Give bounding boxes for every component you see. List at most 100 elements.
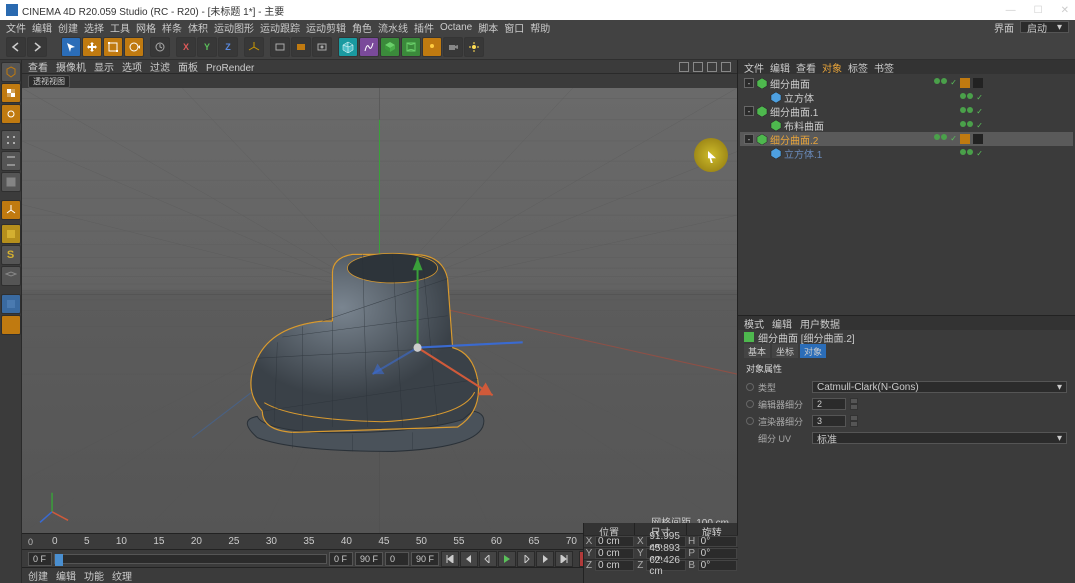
coord-z-size[interactable]: 62.426 cm (646, 560, 685, 571)
axis-x-button[interactable]: X (176, 37, 196, 57)
scale-tool[interactable] (103, 37, 123, 57)
vp-menu-查看[interactable]: 查看 (28, 63, 48, 74)
viewport-solo-button[interactable] (1, 224, 21, 244)
menu-插件[interactable]: 插件 (414, 20, 434, 35)
minimize-button[interactable]: — (1006, 5, 1016, 16)
coord-p[interactable]: 0° (698, 548, 737, 559)
point-mode-button[interactable] (1, 130, 21, 150)
timeline-scrubber[interactable] (54, 554, 327, 564)
om-tab-编辑[interactable]: 编辑 (770, 60, 790, 75)
mat-mode2-button[interactable] (1, 315, 21, 335)
coord-tab-pos[interactable]: 位置 (584, 523, 635, 535)
workplane-button[interactable] (1, 266, 21, 286)
menu-编辑[interactable]: 编辑 (32, 20, 52, 35)
menu-工具[interactable]: 工具 (110, 20, 130, 35)
mat-tab-编辑[interactable]: 编辑 (56, 568, 76, 583)
expand-icon[interactable]: - (744, 78, 754, 88)
attr-subtab-对象[interactable]: 对象 (800, 344, 826, 358)
tag-icon[interactable] (973, 78, 983, 88)
edge-mode-button[interactable] (1, 151, 21, 171)
vp-menu-面板[interactable]: 面板 (178, 63, 198, 74)
cube-primitive-button[interactable] (338, 37, 358, 57)
om-tab-查看[interactable]: 查看 (796, 60, 816, 75)
layout-dropdown[interactable]: 启动▾ (1020, 21, 1069, 33)
frame-start-input[interactable]: 0 F (28, 552, 52, 566)
expand-icon[interactable]: - (744, 106, 754, 116)
tag-icon[interactable] (960, 78, 970, 88)
vp-layout4-icon[interactable] (721, 62, 731, 72)
camera-button[interactable] (443, 37, 463, 57)
vp-layout3-icon[interactable] (707, 62, 717, 72)
frame-end-input[interactable]: 90 F (355, 552, 383, 566)
vp-menu-ProRender[interactable]: ProRender (206, 63, 254, 74)
attr-subtab-基本[interactable]: 基本 (744, 344, 770, 358)
snap-button[interactable]: S (1, 245, 21, 265)
rotate-tool[interactable] (124, 37, 144, 57)
render-settings-button[interactable] (312, 37, 332, 57)
menu-样条[interactable]: 样条 (162, 20, 182, 35)
mat-mode-button[interactable] (1, 294, 21, 314)
object-row-细分曲面.1[interactable]: -细分曲面.1✓ (740, 104, 1073, 118)
select-tool[interactable] (61, 37, 81, 57)
goto-end-button[interactable] (555, 551, 573, 567)
coord-b[interactable]: 0° (698, 560, 737, 571)
object-row-立方体.1[interactable]: 立方体.1✓ (740, 146, 1073, 160)
attr-tab-编辑[interactable]: 编辑 (772, 316, 792, 331)
viewport[interactable]: 网格间距 100 cm (22, 88, 737, 533)
menu-流水线[interactable]: 流水线 (378, 20, 408, 35)
mat-tab-纹理[interactable]: 纹理 (112, 568, 132, 583)
axis-z-button[interactable]: Z (218, 37, 238, 57)
prev-key-button[interactable] (460, 551, 478, 567)
attr-subtab-坐标[interactable]: 坐标 (772, 344, 798, 358)
menu-体积[interactable]: 体积 (188, 20, 208, 35)
axis-y-button[interactable]: Y (197, 37, 217, 57)
next-frame-button[interactable] (517, 551, 535, 567)
environment-button[interactable] (422, 37, 442, 57)
om-tab-文件[interactable]: 文件 (744, 60, 764, 75)
poly-mode-button[interactable] (1, 172, 21, 192)
object-mode-button[interactable] (1, 104, 21, 124)
generator-button[interactable] (380, 37, 400, 57)
menu-选择[interactable]: 选择 (84, 20, 104, 35)
mat-tab-功能[interactable]: 功能 (84, 568, 104, 583)
uv-dropdown[interactable]: 标准▾ (812, 432, 1067, 444)
om-tab-书签[interactable]: 书签 (874, 60, 894, 75)
coord-h[interactable]: 0° (698, 536, 737, 547)
coord-z-pos[interactable]: 0 cm (595, 560, 634, 571)
play-button[interactable] (498, 551, 516, 567)
spline-button[interactable] (359, 37, 379, 57)
enable-axis-button[interactable] (1, 200, 21, 220)
move-tool[interactable] (82, 37, 102, 57)
frame-b-input[interactable]: 90 F (411, 552, 439, 566)
attr-tab-模式[interactable]: 模式 (744, 316, 764, 331)
tag-icon[interactable] (973, 134, 983, 144)
vp-layout-icon[interactable] (679, 62, 689, 72)
object-row-立方体[interactable]: 立方体✓ (740, 90, 1073, 104)
menu-运动图形[interactable]: 运动图形 (214, 20, 254, 35)
menu-运动剪辑[interactable]: 运动剪辑 (306, 20, 346, 35)
object-manager-tree[interactable]: -细分曲面✓立方体✓-细分曲面.1✓布料曲面✓-细分曲面.2✓立方体.1✓ (738, 74, 1075, 315)
vp-menu-显示[interactable]: 显示 (94, 63, 114, 74)
menu-Octane[interactable]: Octane (440, 22, 472, 33)
render-pv-button[interactable] (291, 37, 311, 57)
editor-subdiv-input[interactable]: 2 (812, 398, 846, 410)
attr-tab-用户数据[interactable]: 用户数据 (800, 316, 840, 331)
mat-tab-创建[interactable]: 创建 (28, 568, 48, 583)
coord-x-pos[interactable]: 0 cm (595, 536, 634, 547)
expand-icon[interactable]: - (744, 134, 754, 144)
frame-cur-input[interactable]: 0 F (329, 552, 353, 566)
vp-menu-过滤[interactable]: 过滤 (150, 63, 170, 74)
recent-tool[interactable] (150, 37, 170, 57)
editor-subdiv-spinner[interactable] (850, 398, 858, 410)
menu-创建[interactable]: 创建 (58, 20, 78, 35)
deformer-button[interactable] (401, 37, 421, 57)
maximize-button[interactable]: ☐ (1034, 5, 1043, 16)
light-button[interactable] (464, 37, 484, 57)
redo-button[interactable] (27, 37, 47, 57)
menu-网格[interactable]: 网格 (136, 20, 156, 35)
texture-mode-button[interactable] (1, 83, 21, 103)
render-view-button[interactable] (270, 37, 290, 57)
coord-tab-rot[interactable]: 旋转 (687, 523, 738, 535)
render-subdiv-spinner[interactable] (850, 415, 858, 427)
frame-a-input[interactable]: 0 (385, 552, 409, 566)
